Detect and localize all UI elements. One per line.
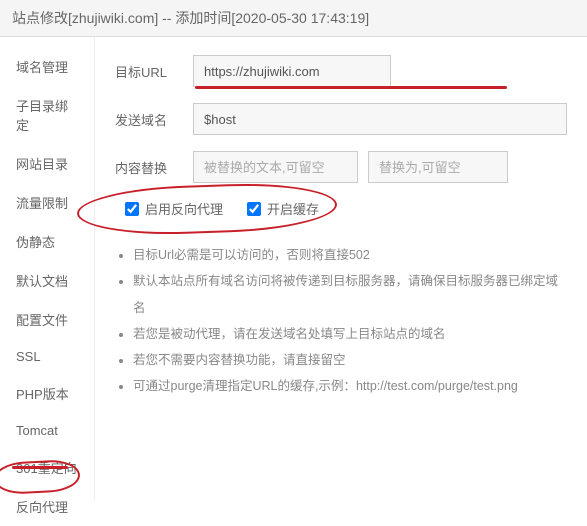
checkbox-enable-proxy-label: 启用反向代理: [145, 199, 223, 218]
checkbox-enable-cache[interactable]: 开启缓存: [247, 199, 319, 218]
note-item: 目标Url必需是可以访问的，否则将直接502: [133, 242, 567, 268]
label-target-url: 目标URL: [115, 62, 193, 81]
sidebar-item-traffic[interactable]: 流量限制: [0, 183, 94, 222]
sidebar-item-tomcat[interactable]: Tomcat: [0, 413, 94, 448]
input-replace-from[interactable]: [193, 151, 358, 183]
note-item: 可通过purge清理指定URL的缓存,示例：http://test.com/pu…: [133, 373, 567, 399]
sidebar-item-php[interactable]: PHP版本: [0, 374, 94, 413]
row-checkboxes: 启用反向代理 开启缓存: [125, 199, 567, 218]
main-layout: 域名管理 子目录绑定 网站目录 流量限制 伪静态 默认文档 配置文件 SSL P…: [0, 37, 587, 501]
window-title: 站点修改[zhujiwiki.com] -- 添加时间[2020-05-30 1…: [12, 10, 369, 26]
note-item: 若您不需要内容替换功能，请直接留空: [133, 347, 567, 373]
checkbox-enable-cache-input[interactable]: [247, 202, 261, 216]
notes-list: 目标Url必需是可以访问的，否则将直接502 默认本站点所有域名访问将被传递到目…: [115, 242, 567, 400]
sidebar-item-subdir[interactable]: 子目录绑定: [0, 86, 94, 144]
content-panel: 目标URL 发送域名 内容替换 启用反向代理 开启缓存: [95, 37, 587, 501]
row-target-url: 目标URL: [115, 55, 567, 87]
note-item: 默认本站点所有域名访问将被传递到目标服务器，请确保目标服务器已绑定域名: [133, 268, 567, 321]
sidebar-item-config[interactable]: 配置文件: [0, 300, 94, 339]
note-item: 若您是被动代理，请在发送域名处填写上目标站点的域名: [133, 321, 567, 347]
window-header: 站点修改[zhujiwiki.com] -- 添加时间[2020-05-30 1…: [0, 0, 587, 37]
sidebar-item-ssl[interactable]: SSL: [0, 339, 94, 374]
sidebar-item-rewrite[interactable]: 伪静态: [0, 222, 94, 261]
sidebar-item-defaultdoc[interactable]: 默认文档: [0, 261, 94, 300]
checkbox-enable-proxy[interactable]: 启用反向代理: [125, 199, 223, 218]
label-send-domain: 发送域名: [115, 110, 193, 129]
annotation-underline-url: [195, 86, 507, 89]
sidebar: 域名管理 子目录绑定 网站目录 流量限制 伪静态 默认文档 配置文件 SSL P…: [0, 37, 95, 501]
sidebar-item-sitedir[interactable]: 网站目录: [0, 144, 94, 183]
row-content-replace: 内容替换: [115, 151, 567, 183]
checkbox-enable-cache-label: 开启缓存: [267, 199, 319, 218]
input-replace-to[interactable]: [368, 151, 508, 183]
sidebar-item-domain[interactable]: 域名管理: [0, 47, 94, 86]
row-send-domain: 发送域名: [115, 103, 567, 135]
input-target-url[interactable]: [193, 55, 391, 87]
label-content-replace: 内容替换: [115, 158, 193, 177]
input-send-domain[interactable]: [193, 103, 567, 135]
sidebar-item-reverse-proxy[interactable]: 反向代理: [0, 487, 94, 526]
checkbox-enable-proxy-input[interactable]: [125, 202, 139, 216]
annotation-underline-sidebar: [12, 466, 68, 469]
